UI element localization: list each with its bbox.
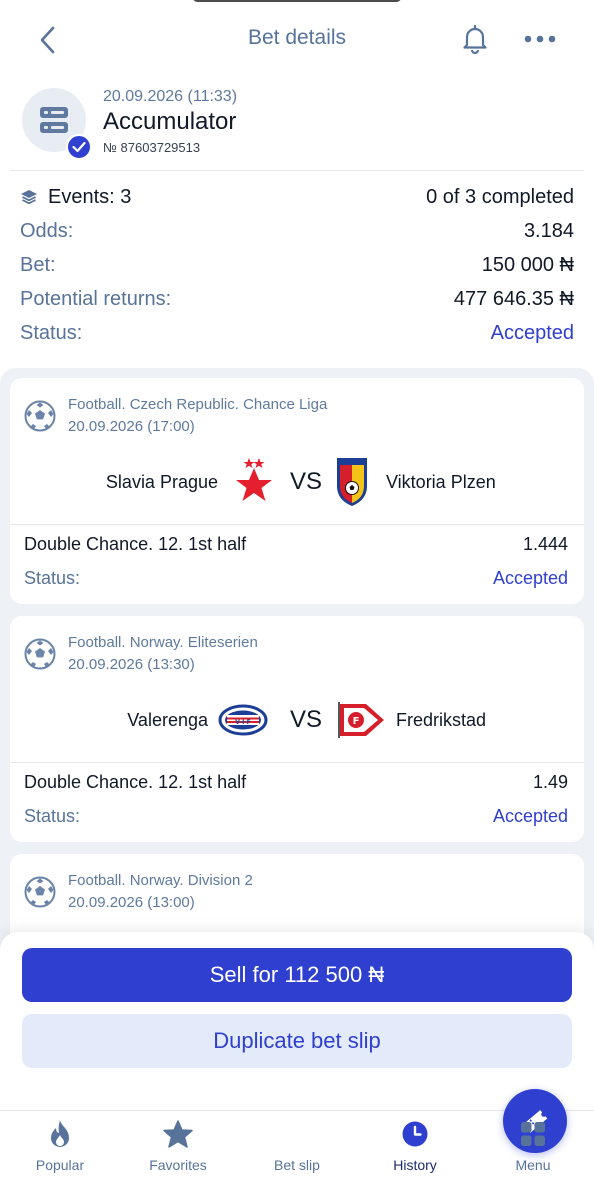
tab-menu[interactable]: Menu	[474, 1111, 592, 1200]
more-options-button[interactable]	[520, 20, 560, 58]
accumulator-icon	[40, 107, 68, 133]
event-status-label: Status:	[24, 568, 81, 588]
clock-icon	[402, 1121, 428, 1147]
versus-label: VS	[290, 468, 323, 495]
accepted-check-badge	[66, 134, 92, 160]
divider	[10, 524, 584, 525]
bet-label: Bet:	[20, 253, 56, 276]
event-status-label: Status:	[24, 806, 81, 826]
events-panel: Football. Czech Republic. Chance Liga 20…	[0, 368, 594, 1008]
slavia-prague-logo-icon	[236, 458, 272, 501]
summary-row-bet: Bet: 150 000 ₦	[20, 248, 574, 282]
divider	[10, 170, 584, 171]
notifications-button[interactable]	[456, 20, 494, 58]
bet-date: 20.09.2026 (11:33)	[103, 88, 238, 105]
viktoria-plzen-logo-icon	[337, 458, 367, 506]
summary-row-returns: Potential returns: 477 646.35 ₦	[20, 282, 574, 316]
valerenga-logo-icon: V·I·F	[218, 704, 268, 736]
match-row: Valerenga V·I·F VS F Fredrikstad	[10, 694, 584, 750]
fredrikstad-logo-icon: F	[338, 702, 384, 738]
bet-type: Accumulator	[103, 108, 237, 135]
tab-label: History	[393, 1157, 437, 1173]
event-status-badge: Accepted	[492, 806, 568, 826]
event-league: Football. Czech Republic. Chance Liga	[68, 396, 328, 413]
svg-text:V·I·F: V·I·F	[235, 719, 251, 726]
event-card[interactable]: Football. Czech Republic. Chance Liga 20…	[10, 378, 584, 604]
bet-value: 150 000 ₦	[481, 253, 574, 276]
event-kickoff: 20.09.2026 (13:30)	[68, 656, 195, 673]
summary-row-odds: Odds: 3.184	[20, 214, 574, 248]
event-market: Double Chance. 12. 1st half	[24, 534, 247, 554]
tab-label: Menu	[515, 1157, 551, 1173]
app-header: Bet details	[0, 0, 594, 78]
summary-row-events: Events: 3 0 of 3 completed	[20, 180, 574, 214]
flame-icon	[51, 1120, 69, 1147]
football-icon	[24, 638, 56, 670]
sell-button[interactable]: Sell for 112 500 ₦	[22, 948, 572, 1002]
event-status-badge: Accepted	[492, 568, 568, 588]
svg-text:F: F	[353, 716, 360, 727]
divider	[10, 762, 584, 763]
bet-number: № 87603729513	[103, 140, 201, 155]
football-icon	[24, 876, 56, 908]
home-team-name: Valerenga	[127, 710, 208, 730]
bell-icon	[463, 24, 487, 54]
events-count: Events: 3	[48, 185, 132, 208]
bet-summary: Events: 3 0 of 3 completed Odds: 3.184 B…	[20, 180, 574, 350]
tab-label: Favorites	[149, 1157, 207, 1173]
home-team-name: Slavia Prague	[105, 472, 218, 492]
tab-label: Popular	[35, 1157, 85, 1173]
event-card[interactable]: Football. Norway. Eliteserien 20.09.2026…	[10, 616, 584, 842]
bottom-tab-bar: Popular Favorites Bet slip History Menu	[0, 1089, 594, 1200]
tab-bet-slip[interactable]: Bet slip	[238, 1089, 567, 1200]
bet-actions-sheet: Sell for 112 500 ₦ Duplicate bet slip	[0, 932, 594, 1110]
check-icon	[72, 141, 86, 153]
status-label: Status:	[20, 321, 83, 344]
event-league: Football. Norway. Eliteserien	[68, 634, 258, 651]
football-icon	[24, 400, 56, 432]
tab-popular[interactable]: Popular	[1, 1111, 119, 1200]
tab-history[interactable]: History	[356, 1111, 474, 1200]
duplicate-bet-slip-button[interactable]: Duplicate bet slip	[22, 1014, 572, 1068]
star-icon	[163, 1120, 193, 1148]
away-team-name: Fredrikstad	[396, 710, 487, 730]
events-completed: 0 of 3 completed	[426, 185, 574, 208]
match-row: Slavia Prague VS Viktoria Plzen	[10, 456, 584, 512]
odds-value: 3.184	[523, 219, 574, 242]
event-odd: 1.49	[532, 772, 568, 792]
event-league: Football. Norway. Division 2	[68, 872, 253, 889]
page-title: Bet details	[247, 26, 347, 49]
tab-label: Bet slip	[274, 1157, 320, 1173]
more-horizontal-icon	[524, 35, 556, 43]
layers-icon	[21, 190, 37, 205]
event-kickoff: 20.09.2026 (17:00)	[68, 418, 195, 435]
summary-row-status: Status: Accepted	[20, 316, 574, 350]
tab-favorites[interactable]: Favorites	[119, 1111, 237, 1200]
returns-label: Potential returns:	[20, 287, 172, 310]
event-market: Double Chance. 12. 1st half	[24, 772, 247, 792]
versus-label: VS	[290, 706, 323, 733]
event-kickoff: 20.09.2026 (13:00)	[68, 894, 195, 911]
odds-label: Odds:	[20, 219, 74, 242]
away-team-name: Viktoria Plzen	[386, 472, 496, 492]
bet-header: 20.09.2026 (11:33) Accumulator № 8760372…	[20, 84, 574, 170]
returns-value: 477 646.35 ₦	[453, 287, 574, 310]
grid-icon	[521, 1122, 545, 1146]
status-badge: Accepted	[490, 321, 574, 344]
event-odd: 1.444	[522, 534, 568, 554]
